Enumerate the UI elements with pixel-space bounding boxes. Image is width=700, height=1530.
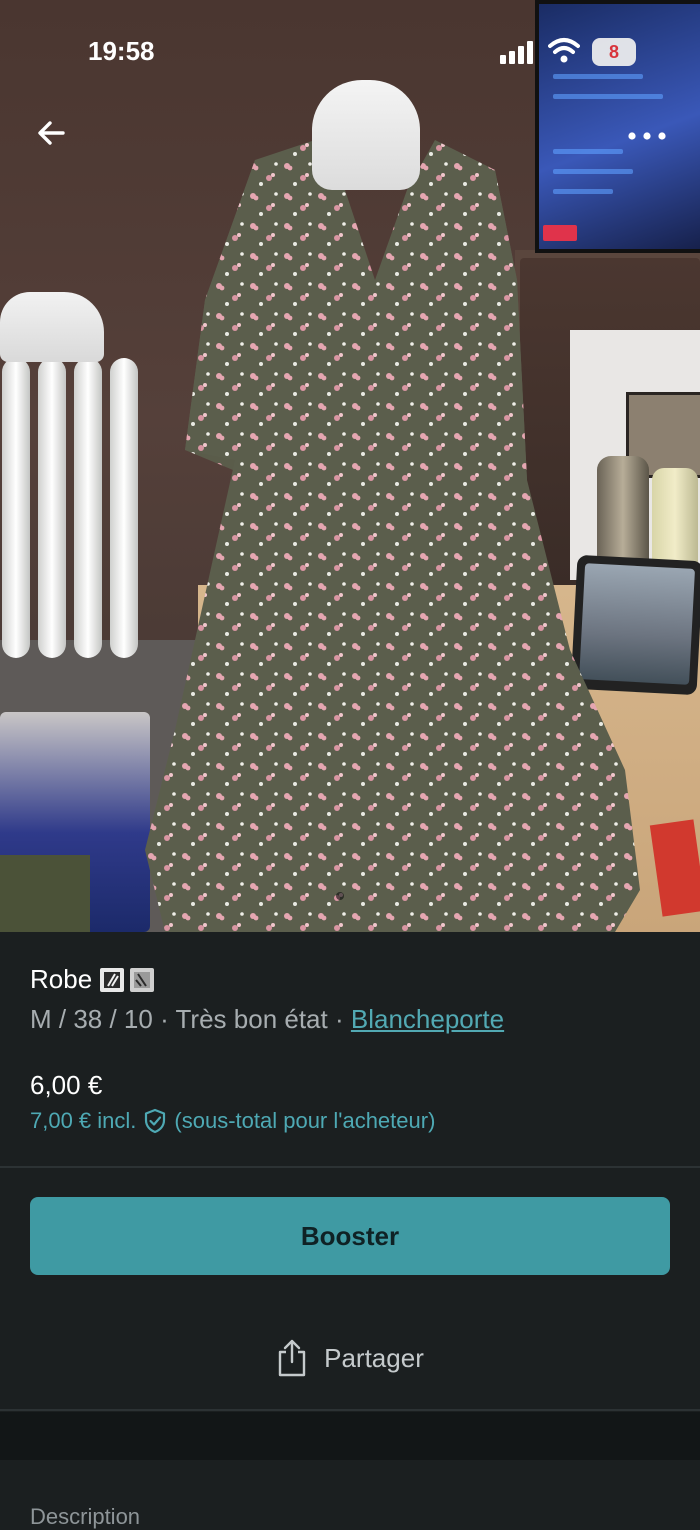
share-label: Partager (324, 1342, 424, 1373)
buyer-price: 7,00 € incl. (30, 1108, 137, 1133)
brand-link[interactable]: Blancheporte (351, 1004, 504, 1034)
fabric (0, 855, 90, 932)
divider (0, 1409, 700, 1411)
share-icon (276, 1338, 308, 1378)
sneaker (0, 292, 104, 362)
slash-badge-icon (130, 967, 155, 992)
bottle (652, 468, 698, 568)
carousel-indicator (336, 892, 344, 900)
title-row: Robe (30, 964, 155, 995)
status-time: 19:58 (88, 36, 155, 66)
signal-icon (500, 40, 538, 64)
more-options-button[interactable] (622, 118, 672, 154)
buyer-price-info[interactable]: 7,00 € incl. (sous-total pour l'acheteur… (30, 1108, 435, 1134)
separator: · (160, 1004, 169, 1034)
item-details-panel: Robe M / 38 / 10 · Très bon état · Blanc… (0, 932, 700, 1529)
item-photo[interactable]: 19:58 8 (0, 0, 700, 932)
item-condition: Très bon état (175, 1004, 328, 1034)
item-size: M / 38 / 10 (30, 1004, 153, 1034)
arrow-left-icon (38, 121, 65, 145)
item-price: 6,00 € (30, 1070, 103, 1100)
more-horizontal-icon (628, 132, 666, 140)
back-button[interactable] (28, 110, 74, 156)
divider (0, 1166, 700, 1168)
section-gap (0, 1412, 700, 1460)
dress-image (145, 140, 640, 932)
booster-button[interactable]: Booster (30, 1197, 670, 1275)
slash-badge-icon (100, 967, 125, 992)
separator: · (334, 1004, 344, 1034)
buyer-price-note: (sous-total pour l'acheteur) (174, 1108, 436, 1133)
wifi-icon (548, 38, 580, 63)
shield-check-icon (142, 1108, 168, 1134)
mannequin (312, 80, 420, 190)
description-label: Description (30, 1504, 141, 1529)
item-attributes: M / 38 / 10 · Très bon état · Blanchepor… (30, 1004, 504, 1035)
battery-icon: 8 (592, 38, 636, 66)
radiator (0, 358, 160, 678)
share-button[interactable]: Partager (0, 1332, 700, 1384)
item-title: Robe (30, 964, 93, 994)
